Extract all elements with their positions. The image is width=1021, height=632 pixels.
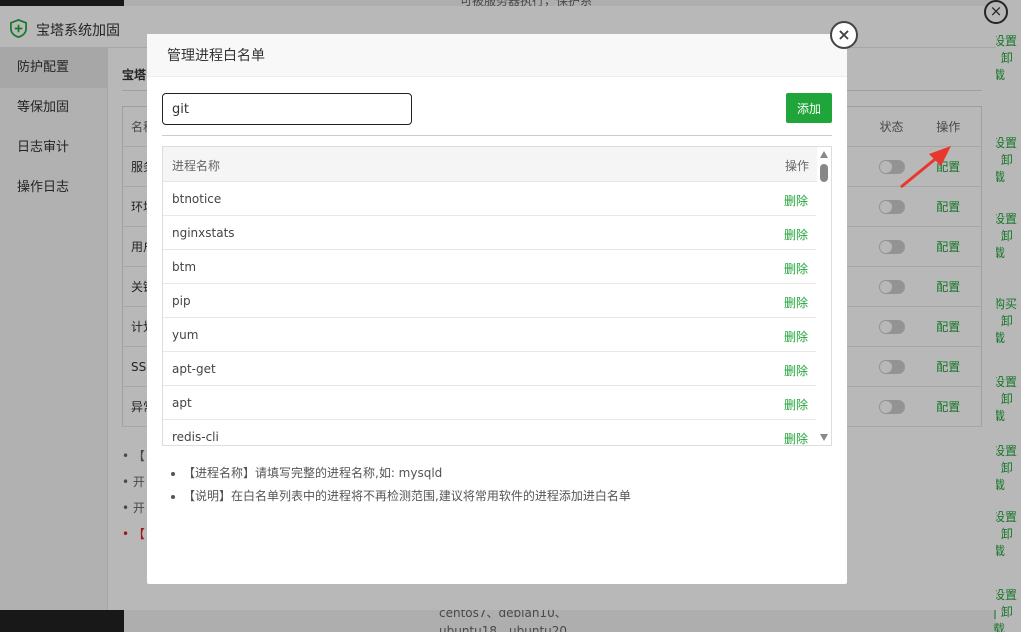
add-button[interactable]: 添加 — [786, 93, 832, 123]
delete-link[interactable]: 删除 — [784, 430, 808, 445]
list-scrollbar[interactable] — [817, 147, 831, 445]
bullet-icon — [171, 494, 175, 499]
column-header-process-name: 进程名称 — [172, 159, 221, 173]
scroll-up-icon[interactable] — [820, 151, 828, 158]
list-header: 进程名称 操作 — [163, 147, 831, 182]
whitelist-dialog: 管理进程白名单 × 添加 进程名称 操作 btnotice 删除 nginxsta… — [147, 21, 951, 584]
process-list: 进程名称 操作 btnotice 删除 nginxstats 删除 btm 删除 pi… — [162, 146, 832, 446]
list-item: apt 删除 — [163, 386, 816, 420]
help-note-text: 【说明】在白名单列表中的进程将不再检测范围,建议将常用软件的进程添加进白名单 — [183, 489, 631, 503]
process-name: btnotice — [172, 192, 222, 206]
process-name-input[interactable] — [162, 93, 412, 125]
process-name: yum — [172, 328, 199, 342]
list-item: btnotice 删除 — [163, 182, 816, 216]
dialog-close-button[interactable]: × — [830, 21, 858, 49]
help-note: 【说明】在白名单列表中的进程将不再检测范围,建议将常用软件的进程添加进白名单 — [171, 485, 631, 508]
list-item: pip 删除 — [163, 284, 816, 318]
dialog-title: 管理进程白名单 — [147, 34, 847, 77]
column-header-op: 操作 — [785, 159, 810, 173]
process-name: apt — [172, 396, 192, 410]
pointer-arrow-icon — [900, 146, 951, 189]
bullet-icon — [171, 471, 175, 476]
divider — [162, 135, 832, 136]
process-name: pip — [172, 294, 191, 308]
delete-link[interactable]: 删除 — [784, 192, 808, 209]
help-note-text: 【进程名称】请填写完整的进程名称,如: mysqld — [183, 466, 443, 480]
delete-link[interactable]: 删除 — [784, 294, 808, 311]
list-item: redis-cli 删除 — [163, 420, 816, 445]
process-name: btm — [172, 260, 197, 274]
process-name: redis-cli — [172, 430, 219, 444]
list-item: btm 删除 — [163, 250, 816, 284]
process-name: apt-get — [172, 362, 216, 376]
delete-link[interactable]: 删除 — [784, 226, 808, 243]
delete-link[interactable]: 删除 — [784, 362, 808, 379]
help-note: 【进程名称】请填写完整的进程名称,如: mysqld — [171, 462, 631, 485]
delete-link[interactable]: 删除 — [784, 260, 808, 277]
process-name: nginxstats — [172, 226, 235, 240]
list-item: yum 删除 — [163, 318, 816, 352]
help-notes: 【进程名称】请填写完整的进程名称,如: mysqld 【说明】在白名单列表中的进… — [171, 462, 631, 508]
scroll-thumb[interactable] — [820, 164, 828, 182]
delete-link[interactable]: 删除 — [784, 328, 808, 345]
delete-link[interactable]: 删除 — [784, 396, 808, 413]
list-item: apt-get 删除 — [163, 352, 816, 386]
list-item: nginxstats 删除 — [163, 216, 816, 250]
scroll-down-icon[interactable] — [820, 434, 828, 441]
